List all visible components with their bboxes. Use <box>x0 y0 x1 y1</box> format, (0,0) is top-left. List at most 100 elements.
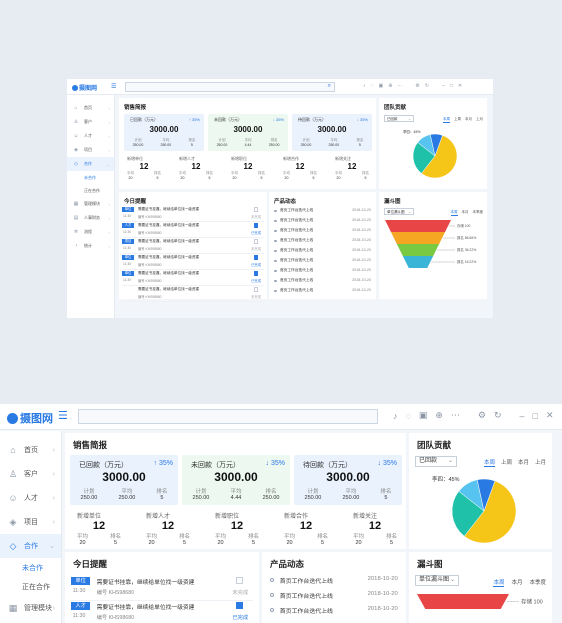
reminder-item[interactable]: 项目 11:30 需要证书挂靠，继续给单位找一级资建 编号 KHS98680 未完成 <box>122 238 264 254</box>
message-icon[interactable]: ◌ <box>371 83 374 89</box>
tab-1[interactable]: 本月 <box>511 578 522 587</box>
sidebar-item-management[interactable]: ▦ 管理模块 › <box>0 596 61 620</box>
reminder-checkbox[interactable] <box>253 287 258 292</box>
product-item[interactable]: 首页工作台迭代上线 2018-10-20 <box>272 278 373 288</box>
reminder-item[interactable]: 人才 11:30 需要证书挂靠，继续给单位找一级资建 编号 KHS98680 已完成 <box>122 222 264 238</box>
funnel-select[interactable]: 单位漏斗图 ⌄ <box>415 575 459 586</box>
tab-3[interactable]: 上月 <box>535 458 546 467</box>
reminder-item[interactable]: 单位 11:30 需要证书挂靠，继续给单位找一级资建 编号 KHS98680 未完成 <box>122 206 264 222</box>
stat-item[interactable]: 新增单位 12 平均 20 排名 5 <box>127 156 161 180</box>
more-icon[interactable]: ⋯ <box>451 410 460 421</box>
tab-2[interactable]: 本季度 <box>473 210 484 216</box>
product-item[interactable]: 首页工作台迭代上线 2018-10-20 <box>272 228 373 238</box>
sidebar-item-talent[interactable]: ☺ 人才 › <box>0 486 61 510</box>
funnel-stage[interactable] <box>402 256 434 268</box>
funnel-stage[interactable] <box>385 220 451 232</box>
reminder-checkbox[interactable] <box>253 207 258 212</box>
kpi-card[interactable]: 未回款（万元） ↓ 35% 3000.00 计划 250.00 平均 4.44 排名… <box>208 114 288 151</box>
sidebar-item-talent[interactable]: ☺ 人才 › <box>67 129 114 143</box>
stat-item[interactable]: 新增人才 12 平均 20 排名 5 <box>146 511 190 546</box>
reminder-checkbox[interactable] <box>253 223 258 228</box>
kpi-card[interactable]: 已回款（万元） ↑ 35% 3000.00 计划 250.00 平均 250.00 … <box>124 114 204 151</box>
product-item[interactable]: 首页工作台迭代上线 2018-10-20 <box>272 208 373 218</box>
calendar-icon[interactable]: ▣ <box>378 83 383 89</box>
reminder-item[interactable]: 人才 11:30 需要证书挂靠，继续给单位找一级资建 编号 KHS98680 已完成 <box>71 601 253 623</box>
reminder-checkbox[interactable] <box>253 271 258 276</box>
product-item[interactable]: 首页工作台迭代上线 2018-10-20 <box>267 606 401 621</box>
reminder-checkbox[interactable] <box>236 576 244 584</box>
search-icon[interactable]: ⌕ <box>328 83 331 90</box>
product-item[interactable]: 首页工作台迭代上线 2018-10-20 <box>267 576 401 591</box>
funnel-select[interactable]: 单位漏斗图 ⌄ <box>384 208 414 215</box>
tab-2[interactable]: 本季度 <box>529 578 546 587</box>
tab-0[interactable]: 本周 <box>493 578 505 587</box>
stat-item[interactable]: 新增合作 12 平均 20 排名 5 <box>284 511 328 546</box>
close-icon[interactable]: ✕ <box>458 83 462 89</box>
sidebar-sub-cooperating[interactable]: 正在合作 <box>0 577 61 596</box>
bell-icon[interactable]: ♪ <box>393 411 398 421</box>
tab-2[interactable]: 本月 <box>518 458 529 467</box>
reminder-checkbox[interactable] <box>236 602 244 610</box>
kpi-card[interactable]: 待回款（万元） ↓ 35% 3000.00 计划 250.00 平均 250.00 … <box>292 114 372 151</box>
product-item[interactable]: 首页工作台迭代上线 2018-10-20 <box>267 591 401 606</box>
reminder-checkbox[interactable] <box>253 255 258 260</box>
refresh-icon[interactable]: ↻ <box>425 83 429 89</box>
close-icon[interactable]: ✕ <box>546 410 554 421</box>
sidebar-item-project[interactable]: ◈ 项目 › <box>67 143 114 157</box>
stat-item[interactable]: 新增职位 12 平均 20 排名 5 <box>215 511 259 546</box>
search-input[interactable] <box>78 409 378 424</box>
reminder-item[interactable]: 需要证书挂靠，继续给单位找一级资建 编号 KHS98680 未完成 <box>122 286 264 302</box>
bell-icon[interactable]: ♪ <box>363 83 366 89</box>
add-icon[interactable]: ⊕ <box>435 410 443 421</box>
sidebar-item-customer[interactable]: ♙ 客户 › <box>0 462 61 486</box>
kpi-card[interactable]: 待回款（万元） ↓ 35% 3000.00 计划 250.00 平均 250.00 … <box>294 455 402 505</box>
kpi-card[interactable]: 未回款（万元） ↓ 35% 3000.00 计划 250.00 平均 4.44 排名… <box>182 455 290 505</box>
tab-0[interactable]: 本周 <box>450 210 458 216</box>
reminder-item[interactable]: 单位 11:30 需要证书挂靠，继续给单位找一级资建 编号 KHS98680 未完成 <box>71 575 253 601</box>
sidebar-item-cooperation[interactable]: ◇ 合作 ⌄ <box>0 534 61 558</box>
reminder-item[interactable]: 单位 11:30 需要证书挂靠，继续给单位找一级资建 编号 KHS98680 已完成 <box>122 270 264 286</box>
team-select[interactable]: 已回款 ⌄ <box>415 456 457 467</box>
sidebar-item-project[interactable]: ◈ 项目 › <box>0 510 61 534</box>
settings-icon[interactable]: ⚙ <box>415 83 419 89</box>
stat-item[interactable]: 新增合作 12 平均 20 排名 5 <box>283 156 317 180</box>
maximize-icon[interactable]: □ <box>533 411 538 421</box>
sidebar-item-cooperation[interactable]: ◇ 合作 ⌄ <box>67 157 114 171</box>
menu-toggle-icon[interactable]: ☰ <box>58 409 68 422</box>
sidebar-item-hr-finance[interactable]: ▤ 人事财务 › <box>67 211 114 225</box>
product-item[interactable]: 首页工作台迭代上线 2018-10-20 <box>272 248 373 258</box>
sidebar-item-customer[interactable]: ♙ 客户 › <box>67 115 114 129</box>
sidebar-item-home[interactable]: ⌂ 首页 › <box>67 101 114 115</box>
search-input[interactable]: ⌕ <box>125 82 335 92</box>
sidebar-sub-uncooperated[interactable]: 未合作 <box>0 558 61 577</box>
stat-item[interactable]: 新增关注 12 平均 20 排名 5 <box>353 511 397 546</box>
stat-item[interactable]: 新增单位 12 平均 20 排名 5 <box>77 511 121 546</box>
sidebar-item-home[interactable]: ⌂ 首页 › <box>0 438 61 462</box>
product-item[interactable]: 首页工作台迭代上线 2018-10-20 <box>272 238 373 248</box>
product-item[interactable]: 首页工作台迭代上线 2018-10-20 <box>272 268 373 278</box>
funnel-stage[interactable] <box>417 594 509 609</box>
calendar-icon[interactable]: ▣ <box>419 410 428 421</box>
stat-item[interactable]: 新增职位 12 平均 20 排名 5 <box>231 156 265 180</box>
stat-item[interactable]: 新增关注 12 平均 20 排名 5 <box>335 156 369 180</box>
funnel-stage[interactable] <box>396 244 440 256</box>
tab-1[interactable]: 上周 <box>501 458 512 467</box>
product-item[interactable]: 首页工作台迭代上线 2018-10-20 <box>272 288 373 298</box>
tab-1[interactable]: 本月 <box>462 210 469 216</box>
product-item[interactable]: 首页工作台迭代上线 2018-10-20 <box>272 258 373 268</box>
settings-icon[interactable]: ⚙ <box>478 410 486 421</box>
minimize-icon[interactable]: – <box>520 411 525 421</box>
sidebar-item-management[interactable]: ▦ 管理模块 › <box>67 197 114 211</box>
reminder-item[interactable]: 单位 11:30 需要证书挂靠，继续给单位找一级资建 编号 KHS98680 已完成 <box>122 254 264 270</box>
sidebar-item-process[interactable]: ✲ 流程 › <box>67 225 114 239</box>
more-icon[interactable]: ⋯ <box>397 83 402 89</box>
product-item[interactable]: 首页工作台迭代上线 2018-10-20 <box>272 218 373 228</box>
sidebar-item-statistics[interactable]: ◔ 统计 › <box>67 239 114 253</box>
add-icon[interactable]: ⊕ <box>388 83 392 89</box>
stat-item[interactable]: 新增人才 12 平均 20 排名 5 <box>179 156 213 180</box>
kpi-card[interactable]: 已回款（万元） ↑ 35% 3000.00 计划 250.00 平均 250.00 … <box>70 455 178 505</box>
message-icon[interactable]: ◌ <box>406 411 411 421</box>
reminder-checkbox[interactable] <box>253 239 258 244</box>
minimize-icon[interactable]: – <box>442 83 445 89</box>
sidebar-sub-cooperating[interactable]: 正在合作 <box>67 184 114 197</box>
